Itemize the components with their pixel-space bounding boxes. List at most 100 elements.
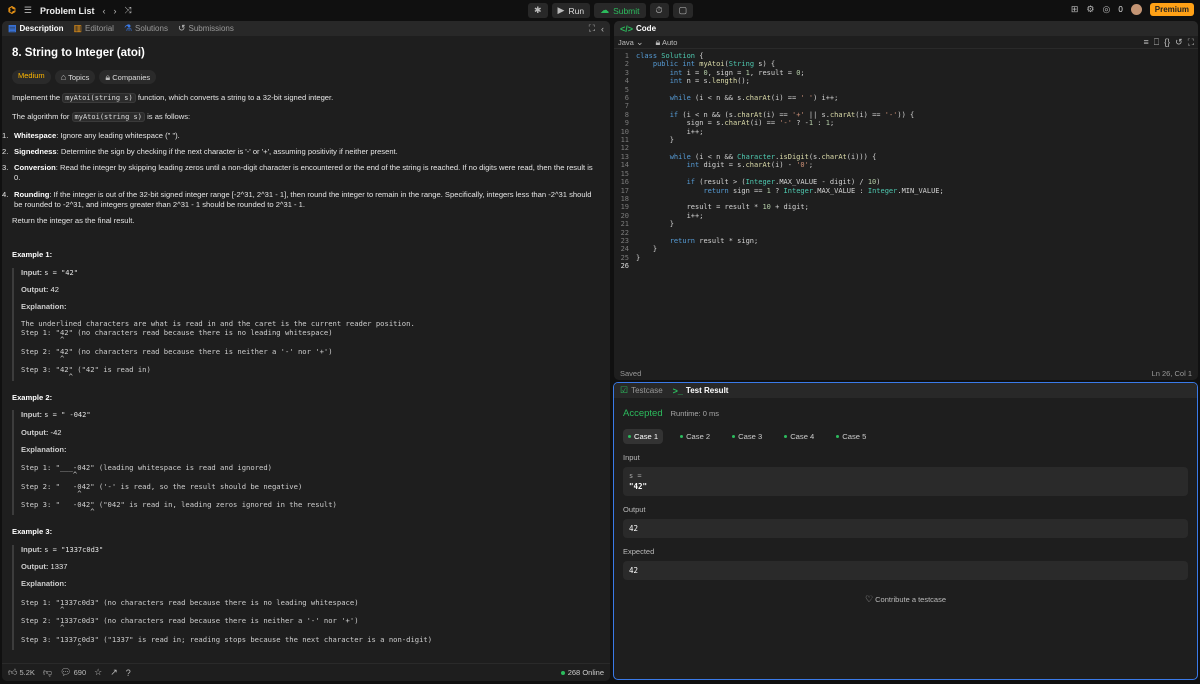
star-icon[interactable]: ☆	[94, 667, 102, 678]
book-icon: ▥	[73, 23, 83, 33]
algorithm-step: 1. Whitespace: Ignore any leading whitesp…	[2, 130, 180, 140]
example-title: Example 3:	[12, 527, 53, 537]
bookmark-icon[interactable]: ⎕	[1154, 37, 1159, 48]
braces-icon[interactable]: {}	[1164, 37, 1170, 48]
avatar[interactable]	[1130, 4, 1142, 15]
online-count: 268 Online	[561, 668, 604, 677]
tab-submissions[interactable]: ↺ Submissions	[178, 23, 234, 34]
chevron-left-icon[interactable]: ‹	[102, 6, 105, 16]
tag-icon: ⌂	[60, 71, 67, 82]
collapse-icon[interactable]: ‹	[601, 23, 604, 34]
thumbs-down-icon[interactable]: 👎︎	[43, 667, 52, 678]
case-tab[interactable]: Case 4	[779, 429, 819, 444]
problem-description: 8. String to Integer (atoi) Medium ⌂ Top…	[2, 36, 610, 663]
settings-icon[interactable]: ⚙	[1086, 4, 1094, 15]
output-label: Output	[623, 505, 646, 514]
leetcode-logo-icon[interactable]: ⌬	[8, 5, 16, 16]
save-status: Saved	[620, 368, 642, 378]
expected-label: Expected	[623, 547, 655, 556]
list-icon[interactable]: ☰	[24, 5, 32, 16]
algorithm-step: 4. Rounding: If the integer is out of the…	[2, 189, 592, 209]
tab-test-result[interactable]: >_ Test Result	[673, 386, 729, 396]
notes-button[interactable]: ▢	[672, 3, 694, 18]
lock-icon: 🔒︎	[655, 36, 661, 47]
algorithm-step: 2. Signedness: Determine the sign by chec…	[2, 146, 398, 156]
case-tab[interactable]: Case 3	[727, 429, 767, 444]
companies-badge[interactable]: 🔒︎ Companies	[99, 69, 157, 84]
example-box: Input: s = "1337c0d3" Output: 1337 Expla…	[12, 544, 600, 651]
contribute-testcase-link[interactable]: ♡ Contribute a testcase	[623, 594, 1188, 605]
chevron-down-icon: ⌄	[635, 36, 644, 47]
problem-title: 8. String to Integer (atoi)	[12, 47, 145, 59]
tab-editorial[interactable]: ▥ Editorial	[74, 23, 114, 34]
premium-button[interactable]: Premium	[1149, 3, 1194, 16]
code-icon: </>	[620, 23, 634, 34]
tab-testcase[interactable]: ☑ Testcase	[620, 385, 663, 396]
run-button[interactable]: ▶ Run	[551, 3, 591, 18]
algorithm-steps: 1. Whitespace: Ignore any leading whitesp…	[2, 131, 600, 211]
example-box: Input: s = " -042" Output: -42 Explanati…	[12, 410, 600, 516]
tab-description[interactable]: ▤ Description	[8, 23, 64, 34]
result-content: Accepted Runtime: 0 ms Case 1 Case 2 Cas…	[614, 398, 1197, 615]
input-value-box: s = "42"	[623, 467, 1188, 496]
problem-list-link[interactable]: Problem List	[40, 6, 95, 16]
expected-value: 42	[623, 561, 1188, 580]
layout-icon[interactable]: ⊞	[1071, 4, 1079, 15]
code-tabs: </> Code	[614, 21, 1198, 36]
case-tab[interactable]: Case 2	[675, 429, 715, 444]
expand-icon[interactable]: ⛶	[589, 23, 595, 34]
topics-badge[interactable]: ⌂ Topics	[54, 69, 96, 84]
description-panel: ▤ Description ▥ Editorial ⚗ Solutions ↺ Subm…	[2, 21, 610, 681]
chevron-right-icon[interactable]: ›	[113, 6, 116, 16]
shuffle-icon[interactable]: ⤨	[124, 5, 131, 16]
play-icon: ▶	[557, 5, 565, 15]
code-editor[interactable]: 1 class Solution { 2 public int myAtoi(St…	[614, 52, 1198, 271]
like-button[interactable]: 👍︎ 5.2K	[8, 667, 35, 678]
test-result-panel: ☑ Testcase >_ Test Result Accepted Runtime…	[613, 382, 1198, 680]
auto-toggle[interactable]: 🔒︎ Auto	[655, 37, 677, 48]
debug-button[interactable]: ✱	[528, 3, 548, 18]
description-footer: 👍︎ 5.2K 👎︎ 💬︎ 690 ☆ ↗ ? 268 Online	[2, 663, 610, 681]
help-icon[interactable]: ?	[126, 668, 131, 678]
document-icon: ▤	[8, 23, 17, 33]
input-label: Input	[623, 453, 640, 462]
streak-icon[interactable]: ◎	[1102, 4, 1110, 15]
example-box: Input: s = "42" Output: 42 Explanation: …	[12, 267, 600, 381]
reset-icon[interactable]: ↺	[1175, 37, 1183, 48]
streak-count: 0	[1118, 5, 1123, 14]
timer-icon: ⏱	[655, 5, 663, 15]
share-icon[interactable]: ↗	[110, 667, 118, 678]
heart-icon: ♡	[864, 594, 874, 604]
terminal-icon: >_	[672, 385, 683, 396]
intro-paragraph: Implement the myAtoi(string s) function,…	[12, 92, 334, 103]
tab-solutions[interactable]: ⚗ Solutions	[124, 23, 168, 34]
lock-icon: 🔒︎	[105, 71, 111, 82]
code-footer: Saved Ln 26, Col 1	[614, 366, 1198, 380]
thumbs-up-icon: 👍︎	[8, 667, 18, 677]
return-text: Return the integer as the final result.	[12, 216, 135, 226]
algorithm-step: 3. Conversion: Read the integer by skippi…	[2, 163, 593, 183]
result-tabs: ☑ Testcase >_ Test Result	[614, 383, 1197, 398]
bug-icon: ✱	[534, 5, 542, 15]
code-panel: </> Code Java ⌄ 🔒︎ Auto ≡ ⎕ {} ↺ ⛶ 1 class…	[614, 21, 1198, 380]
left-tabs: ▤ Description ▥ Editorial ⚗ Solutions ↺ Subm…	[2, 21, 610, 36]
history-icon: ↺	[177, 23, 186, 33]
case-tab[interactable]: Case 5	[831, 429, 871, 444]
algorithm-paragraph: The algorithm for myAtoi(string s) is as…	[12, 112, 191, 123]
case-tab[interactable]: Case 1	[623, 429, 664, 444]
cursor-position: Ln 26, Col 1	[1151, 368, 1192, 378]
note-icon: ▢	[678, 5, 688, 15]
format-icon[interactable]: ≡	[1143, 37, 1148, 48]
language-select[interactable]: Java ⌄	[618, 37, 643, 48]
submit-button[interactable]: ☁ Submit	[594, 3, 646, 18]
timer-button[interactable]: ⏱	[649, 3, 669, 18]
fullscreen-icon[interactable]: ⛶	[1188, 37, 1194, 48]
flask-icon: ⚗	[123, 23, 133, 33]
status-label: Accepted	[623, 408, 663, 419]
example-title: Example 1:	[12, 250, 53, 260]
top-bar: ⌬ ☰ Problem List ‹ › ⤨ ✱ ▶ Run ☁ Submit ⏱ …	[0, 0, 1200, 21]
comments-button[interactable]: 💬︎ 690	[60, 667, 86, 678]
difficulty-badge[interactable]: Medium	[12, 69, 51, 84]
runtime-label: Runtime: 0 ms	[670, 409, 719, 418]
tab-code[interactable]: </> Code	[620, 24, 656, 34]
